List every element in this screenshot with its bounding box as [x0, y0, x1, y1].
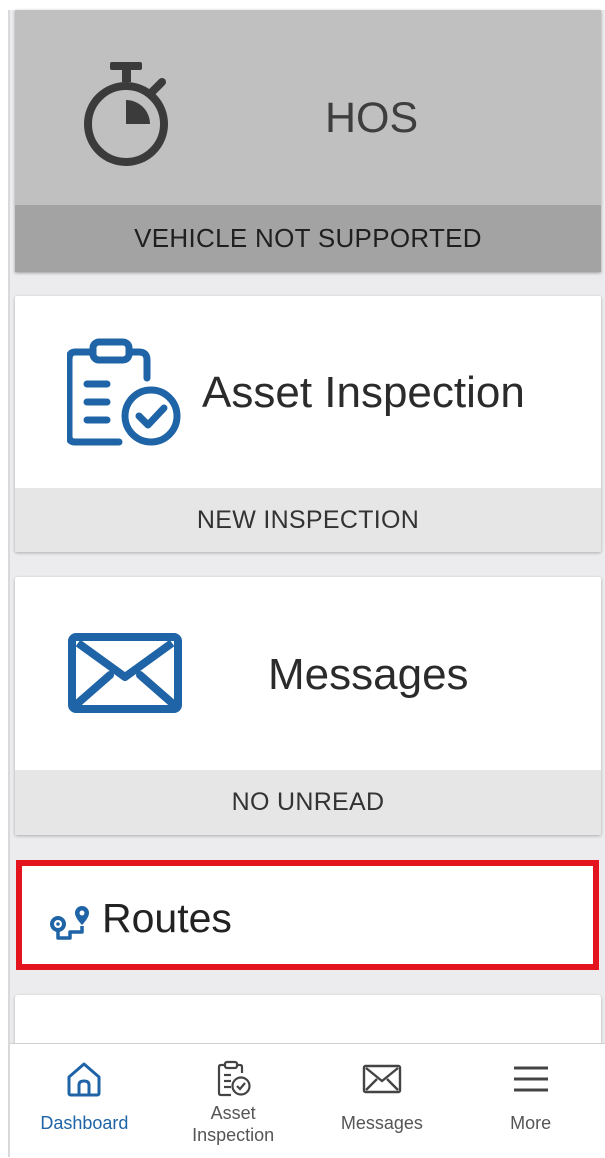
routes-section[interactable]: Routes: [16, 860, 599, 970]
messages-title: Messages: [268, 650, 469, 699]
new-inspection-button[interactable]: NEW INSPECTION: [15, 488, 601, 552]
asset-inspection-card[interactable]: Asset Inspection NEW INSPECTION: [15, 296, 601, 552]
clipboard-check-icon: [213, 1059, 253, 1104]
hos-status: VEHICLE NOT SUPPORTED: [15, 205, 601, 272]
asset-inspection-title: Asset Inspection: [202, 368, 525, 417]
nav-asset-inspection-label: Asset Inspection: [159, 1102, 308, 1146]
nav-asset-label-line1: Asset: [210, 1103, 256, 1123]
hos-title: HOS: [325, 94, 419, 142]
hos-card[interactable]: HOS VEHICLE NOT SUPPORTED: [15, 10, 601, 272]
nav-messages[interactable]: Messages: [308, 1044, 457, 1158]
menu-icon: [512, 1064, 550, 1099]
nav-dashboard-label: Dashboard: [40, 1113, 129, 1133]
nav-dashboard[interactable]: Dashboard: [10, 1044, 159, 1158]
messages-card[interactable]: Messages NO UNREAD: [15, 577, 601, 835]
home-icon: [64, 1059, 104, 1104]
nav-asset-label-line2: Inspection: [192, 1125, 275, 1145]
envelope-icon: [362, 1064, 402, 1099]
stopwatch-icon: [80, 62, 172, 177]
bottom-navigation: Dashboard Asset Inspection Messages More: [10, 1043, 605, 1158]
nav-asset-inspection[interactable]: Asset Inspection: [159, 1044, 308, 1158]
envelope-icon: [68, 633, 182, 718]
nav-more[interactable]: More: [456, 1044, 605, 1158]
routes-title: Routes: [102, 895, 232, 941]
hos-card-body: HOS: [15, 10, 601, 205]
route-icon: [48, 904, 90, 947]
left-edge: [8, 10, 10, 1157]
nav-more-label: More: [510, 1113, 552, 1133]
messages-status: NO UNREAD: [15, 770, 601, 835]
clipboard-check-icon: [65, 336, 185, 453]
nav-messages-label: Messages: [340, 1113, 423, 1133]
